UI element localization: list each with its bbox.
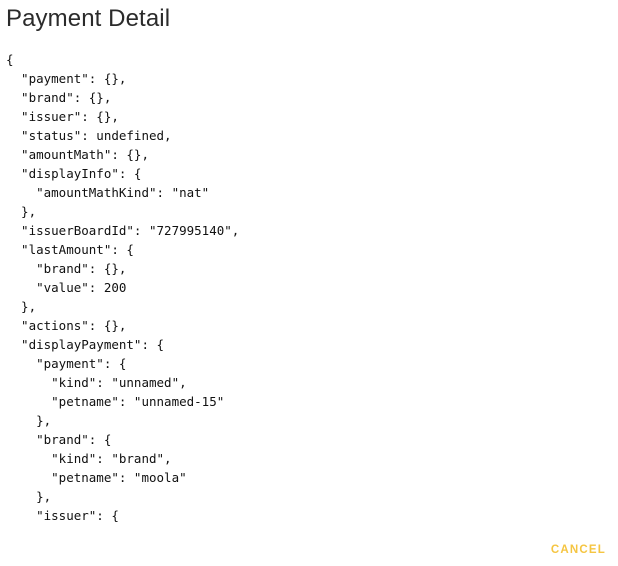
dialog-title: Payment Detail <box>6 5 171 32</box>
json-line: }, <box>6 299 37 314</box>
json-line: "lastAmount": { <box>6 242 134 257</box>
json-line: { <box>6 52 14 67</box>
json-scroll-area[interactable]: { "payment": {}, "brand": {}, "issuer": … <box>6 50 606 528</box>
json-line: "payment": {}, <box>6 71 127 86</box>
json-line: "value": 200 <box>6 280 127 295</box>
json-line: "payment": { <box>6 356 127 371</box>
dialog-actions: CANCEL <box>551 540 606 558</box>
json-line: "status": undefined, <box>6 128 172 143</box>
json-line: "brand": {}, <box>6 90 112 105</box>
json-line: "displayPayment": { <box>6 337 165 352</box>
json-line: "brand": {}, <box>6 261 127 276</box>
payment-json: { "payment": {}, "brand": {}, "issuer": … <box>6 50 606 525</box>
json-line: "kind": "unnamed", <box>6 375 187 390</box>
json-line: "issuer": { <box>6 508 119 523</box>
json-line: "actions": {}, <box>6 318 127 333</box>
json-line: "kind": "brand", <box>6 451 172 466</box>
json-line: "issuerBoardId": "727995140", <box>6 223 240 238</box>
json-line: "petname": "unnamed-15" <box>6 394 225 409</box>
json-line: "amountMath": {}, <box>6 147 149 162</box>
cancel-button[interactable]: CANCEL <box>551 542 606 558</box>
json-line: "displayInfo": { <box>6 166 142 181</box>
payment-detail-dialog: Payment Detail { "payment": {}, "brand":… <box>0 0 618 566</box>
json-line: "issuer": {}, <box>6 109 119 124</box>
json-line: }, <box>6 489 52 504</box>
json-line: "petname": "moola" <box>6 470 187 485</box>
json-line: }, <box>6 413 52 428</box>
json-line: }, <box>6 204 37 219</box>
json-line: "amountMathKind": "nat" <box>6 185 210 200</box>
json-line: "brand": { <box>6 432 112 447</box>
